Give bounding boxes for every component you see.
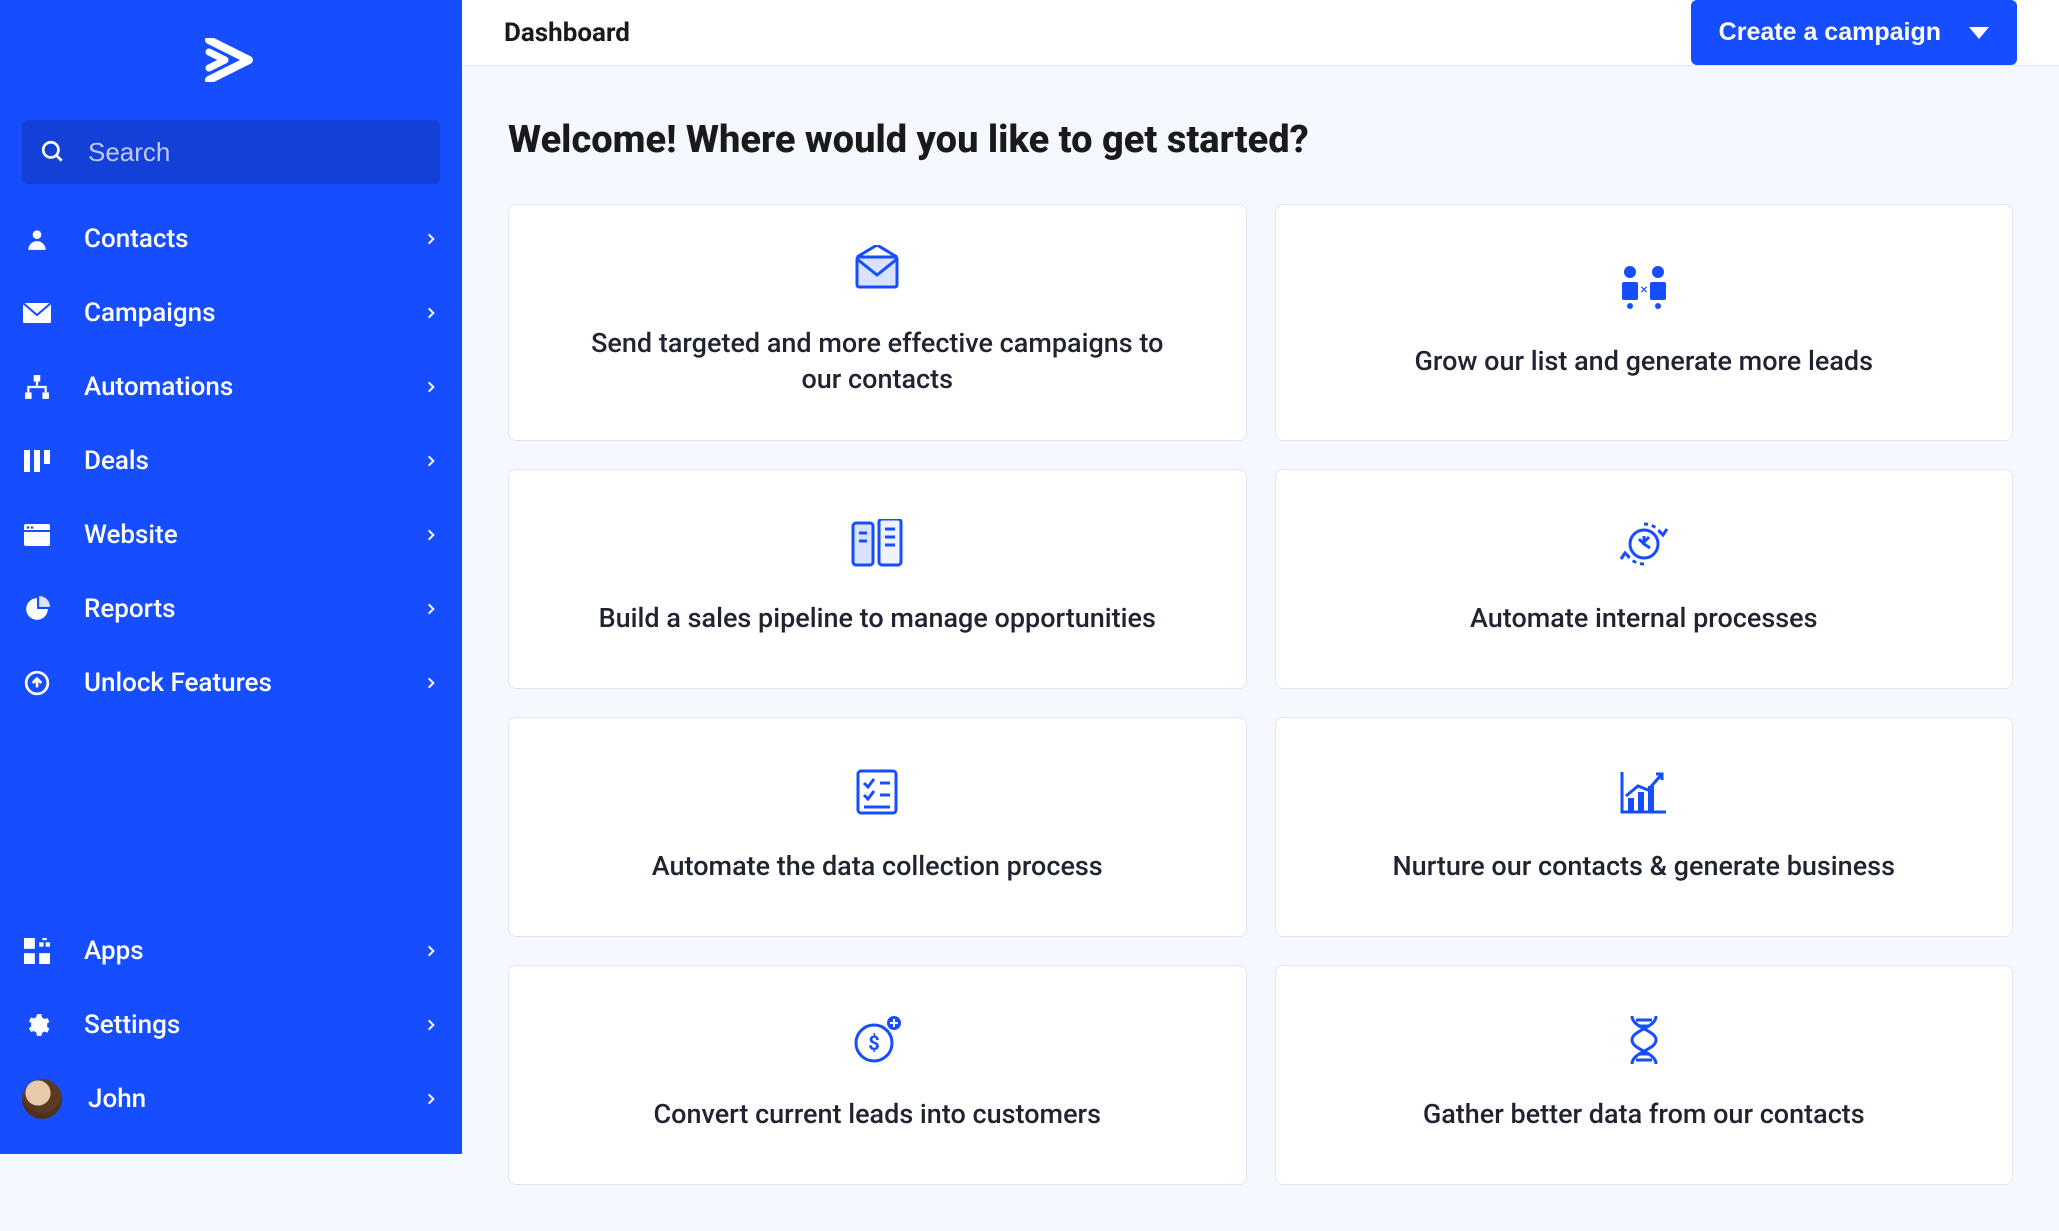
sidebar-item-website[interactable]: Website <box>22 498 440 572</box>
gear-icon <box>22 1010 52 1040</box>
checklist-icon <box>849 764 905 820</box>
search-icon <box>40 139 66 165</box>
card-label: Gather better data from our contacts <box>1423 1096 1865 1132</box>
sidebar-item-label: John <box>88 1084 422 1114</box>
sidebar-item-label: Unlock Features <box>84 668 422 698</box>
card-label: Automate the data collection process <box>652 848 1103 884</box>
search-input[interactable] <box>88 137 422 168</box>
create-campaign-label: Create a campaign <box>1719 18 1941 47</box>
sidebar-item-label: Website <box>84 520 422 550</box>
people-group-icon: × <box>1616 259 1672 315</box>
search-field[interactable] <box>22 120 440 184</box>
welcome-heading: Welcome! Where would you like to get sta… <box>508 118 2013 162</box>
chevron-right-icon <box>422 1016 440 1034</box>
create-campaign-button[interactable]: Create a campaign <box>1691 0 2017 65</box>
card-label: Grow our list and generate more leads <box>1415 343 1873 379</box>
chevron-right-icon <box>422 674 440 692</box>
reports-icon <box>22 594 52 624</box>
growth-chart-icon <box>1616 764 1672 820</box>
chevron-right-icon <box>422 526 440 544</box>
sidebar-item-label: Deals <box>84 446 422 476</box>
card-automate-internal[interactable]: Automate internal processes <box>1275 469 2014 689</box>
page-title: Dashboard <box>504 18 630 48</box>
sidebar: Contacts Campaigns Automations <box>0 0 462 1154</box>
card-gather-data[interactable]: Gather better data from our contacts <box>1275 965 2014 1185</box>
sidebar-item-campaigns[interactable]: Campaigns <box>22 276 440 350</box>
sidebar-item-label: Contacts <box>84 224 422 254</box>
get-started-grid: Send targeted and more effective campaig… <box>508 204 2013 1185</box>
chevron-right-icon <box>422 1090 440 1108</box>
card-label: Build a sales pipeline to manage opportu… <box>599 600 1156 636</box>
sidebar-item-label: Apps <box>84 936 422 966</box>
card-grow-list[interactable]: × Grow our list and generate more leads <box>1275 204 2014 441</box>
sidebar-item-unlock-features[interactable]: Unlock Features <box>22 646 440 720</box>
activecampaign-logo-icon <box>203 38 259 82</box>
sidebar-item-contacts[interactable]: Contacts <box>22 202 440 276</box>
unlock-icon <box>22 668 52 698</box>
card-automate-data-collection[interactable]: Automate the data collection process <box>508 717 1247 937</box>
website-icon <box>22 520 52 550</box>
automation-icon <box>22 372 52 402</box>
avatar <box>22 1079 62 1119</box>
sidebar-item-user[interactable]: John <box>22 1062 440 1136</box>
brand-logo <box>0 10 462 110</box>
sidebar-item-settings[interactable]: Settings <box>22 988 440 1062</box>
main-nav: Contacts Campaigns Automations <box>0 202 462 720</box>
sidebar-item-label: Settings <box>84 1010 422 1040</box>
sidebar-item-label: Automations <box>84 372 422 402</box>
card-label: Convert current leads into customers <box>654 1096 1101 1132</box>
mail-open-icon <box>849 241 905 297</box>
card-label: Automate internal processes <box>1470 600 1818 636</box>
automation-cycle-icon <box>1616 516 1672 572</box>
card-send-campaigns[interactable]: Send targeted and more effective campaig… <box>508 204 1247 441</box>
contact-icon <box>22 224 52 254</box>
card-nurture-contacts[interactable]: Nurture our contacts & generate business <box>1275 717 2014 937</box>
card-sales-pipeline[interactable]: Build a sales pipeline to manage opportu… <box>508 469 1247 689</box>
card-label: Send targeted and more effective campaig… <box>577 325 1177 398</box>
main-area: Dashboard Create a campaign Welcome! Whe… <box>462 0 2059 1154</box>
pipeline-icon <box>849 516 905 572</box>
chevron-right-icon <box>422 304 440 322</box>
card-convert-leads[interactable]: $ Convert current leads into customers <box>508 965 1247 1185</box>
apps-icon <box>22 936 52 966</box>
envelope-icon <box>22 298 52 328</box>
svg-text:$: $ <box>869 1031 880 1055</box>
sidebar-item-reports[interactable]: Reports <box>22 572 440 646</box>
dna-icon <box>1616 1012 1672 1068</box>
chevron-right-icon <box>422 230 440 248</box>
secondary-nav: Apps Settings John <box>0 914 462 1154</box>
chevron-right-icon <box>422 600 440 618</box>
dollar-convert-icon: $ <box>849 1012 905 1068</box>
sidebar-item-label: Reports <box>84 594 422 624</box>
sidebar-item-automations[interactable]: Automations <box>22 350 440 424</box>
chevron-right-icon <box>422 378 440 396</box>
topbar: Dashboard Create a campaign <box>462 0 2059 66</box>
caret-down-icon <box>1969 27 1989 39</box>
deals-icon <box>22 446 52 476</box>
chevron-right-icon <box>422 942 440 960</box>
svg-text:×: × <box>1640 282 1647 298</box>
sidebar-item-deals[interactable]: Deals <box>22 424 440 498</box>
card-label: Nurture our contacts & generate business <box>1393 848 1895 884</box>
chevron-right-icon <box>422 452 440 470</box>
sidebar-item-apps[interactable]: Apps <box>22 914 440 988</box>
content: Welcome! Where would you like to get sta… <box>462 66 2059 1231</box>
sidebar-item-label: Campaigns <box>84 298 422 328</box>
